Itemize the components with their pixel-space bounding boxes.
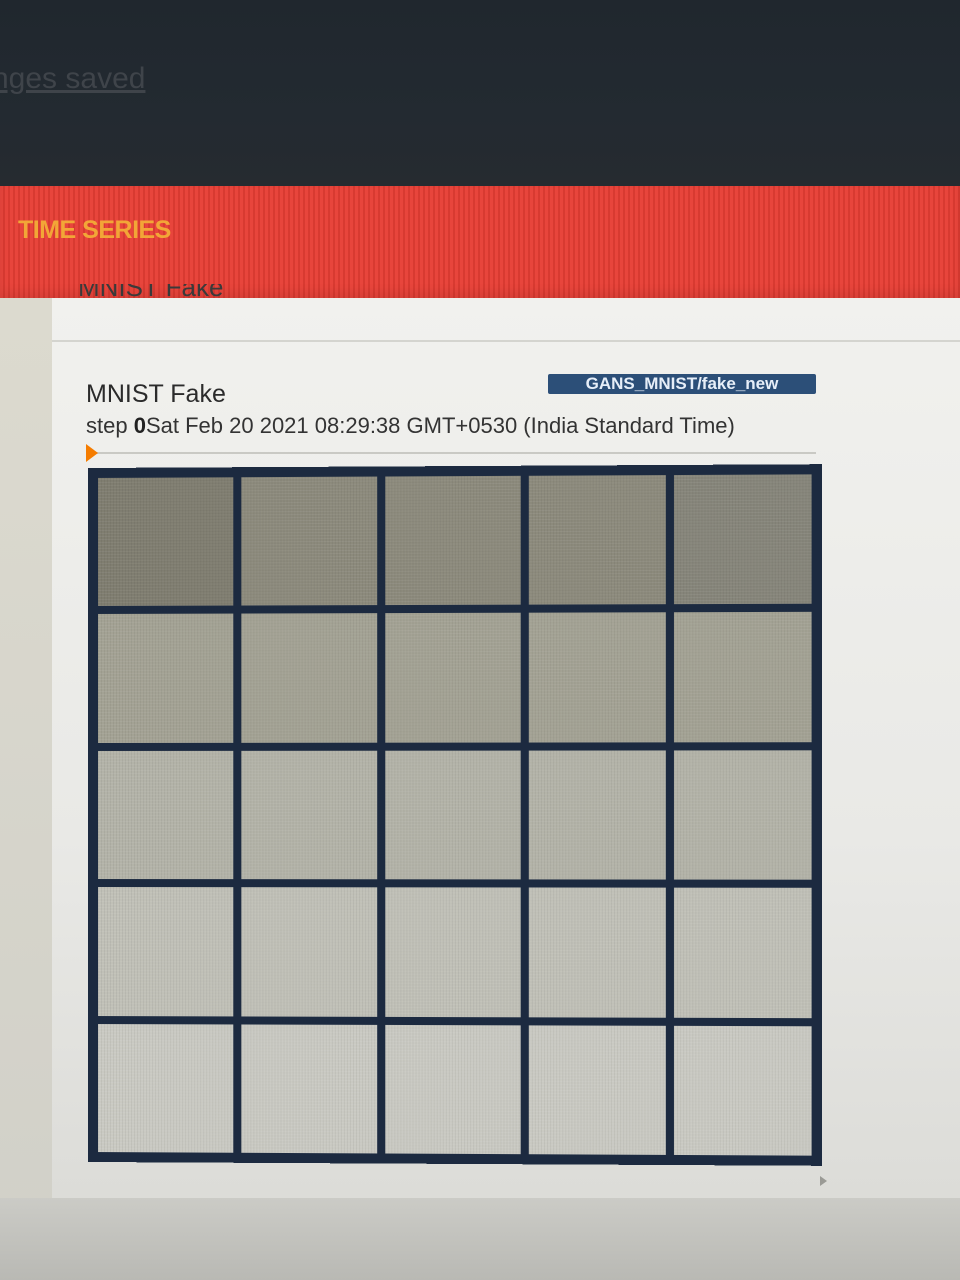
save-status-text: nges saved bbox=[0, 62, 146, 95]
slider-thumb-icon[interactable] bbox=[86, 444, 98, 462]
generated-image-cell bbox=[529, 612, 667, 743]
generated-image-cell bbox=[241, 613, 377, 743]
tensorboard-tab-bar: TIME SERIES bbox=[0, 186, 960, 298]
generated-image-cell bbox=[97, 613, 234, 743]
step-info: step 0Sat Feb 20 2021 08:29:38 GMT+0530 … bbox=[86, 413, 735, 439]
generated-image-cell bbox=[241, 750, 377, 880]
generated-image-cell bbox=[384, 613, 522, 743]
step-timestamp: Sat Feb 20 2021 08:29:38 GMT+0530 (India… bbox=[145, 413, 735, 438]
tab-time-series[interactable]: TIME SERIES bbox=[18, 216, 171, 245]
card-group-title: MNIST Fake bbox=[78, 284, 224, 302]
generated-image-cell bbox=[529, 1024, 667, 1155]
generated-image-cell bbox=[97, 477, 234, 607]
page-bottom-area bbox=[0, 1198, 960, 1280]
generated-image-cell bbox=[674, 474, 812, 605]
generated-image-cell bbox=[529, 887, 667, 1018]
generated-image-cell bbox=[529, 750, 667, 880]
generated-image-cell bbox=[97, 1023, 234, 1153]
generated-image-cell bbox=[97, 750, 234, 880]
image-card: MNIST Fake MNIST Fake GANS_MNIST/fake_ne… bbox=[52, 284, 960, 1198]
browser-top-area: nges saved bbox=[0, 0, 960, 190]
generated-image-cell bbox=[241, 476, 377, 606]
generated-image-cell bbox=[384, 887, 522, 1017]
generated-image-cell bbox=[674, 887, 812, 1018]
card-divider bbox=[52, 340, 960, 342]
generated-image-cell bbox=[384, 1024, 522, 1155]
image-title: MNIST Fake bbox=[86, 380, 226, 408]
run-tag-badge: GANS_MNIST/fake_new bbox=[548, 374, 816, 394]
dashboard-page: MNIST Fake MNIST Fake GANS_MNIST/fake_ne… bbox=[0, 284, 960, 1280]
generated-image-cell bbox=[97, 887, 234, 1017]
step-value: 0 bbox=[133, 413, 146, 438]
generated-image-cell bbox=[674, 612, 812, 743]
left-sidebar bbox=[0, 298, 53, 1280]
step-label: step bbox=[86, 413, 128, 438]
generated-image-cell bbox=[384, 475, 522, 606]
image-grid-frame bbox=[88, 464, 822, 1166]
generated-image-cell bbox=[674, 750, 812, 880]
generated-image-cell bbox=[529, 475, 667, 606]
generated-images-grid bbox=[97, 474, 812, 1156]
generated-image-cell bbox=[384, 750, 522, 880]
chevron-right-icon[interactable] bbox=[820, 1176, 827, 1186]
generated-image-cell bbox=[241, 887, 377, 1017]
step-slider-track[interactable] bbox=[90, 452, 816, 454]
generated-image-cell bbox=[241, 1024, 377, 1154]
generated-image-cell bbox=[674, 1025, 812, 1156]
